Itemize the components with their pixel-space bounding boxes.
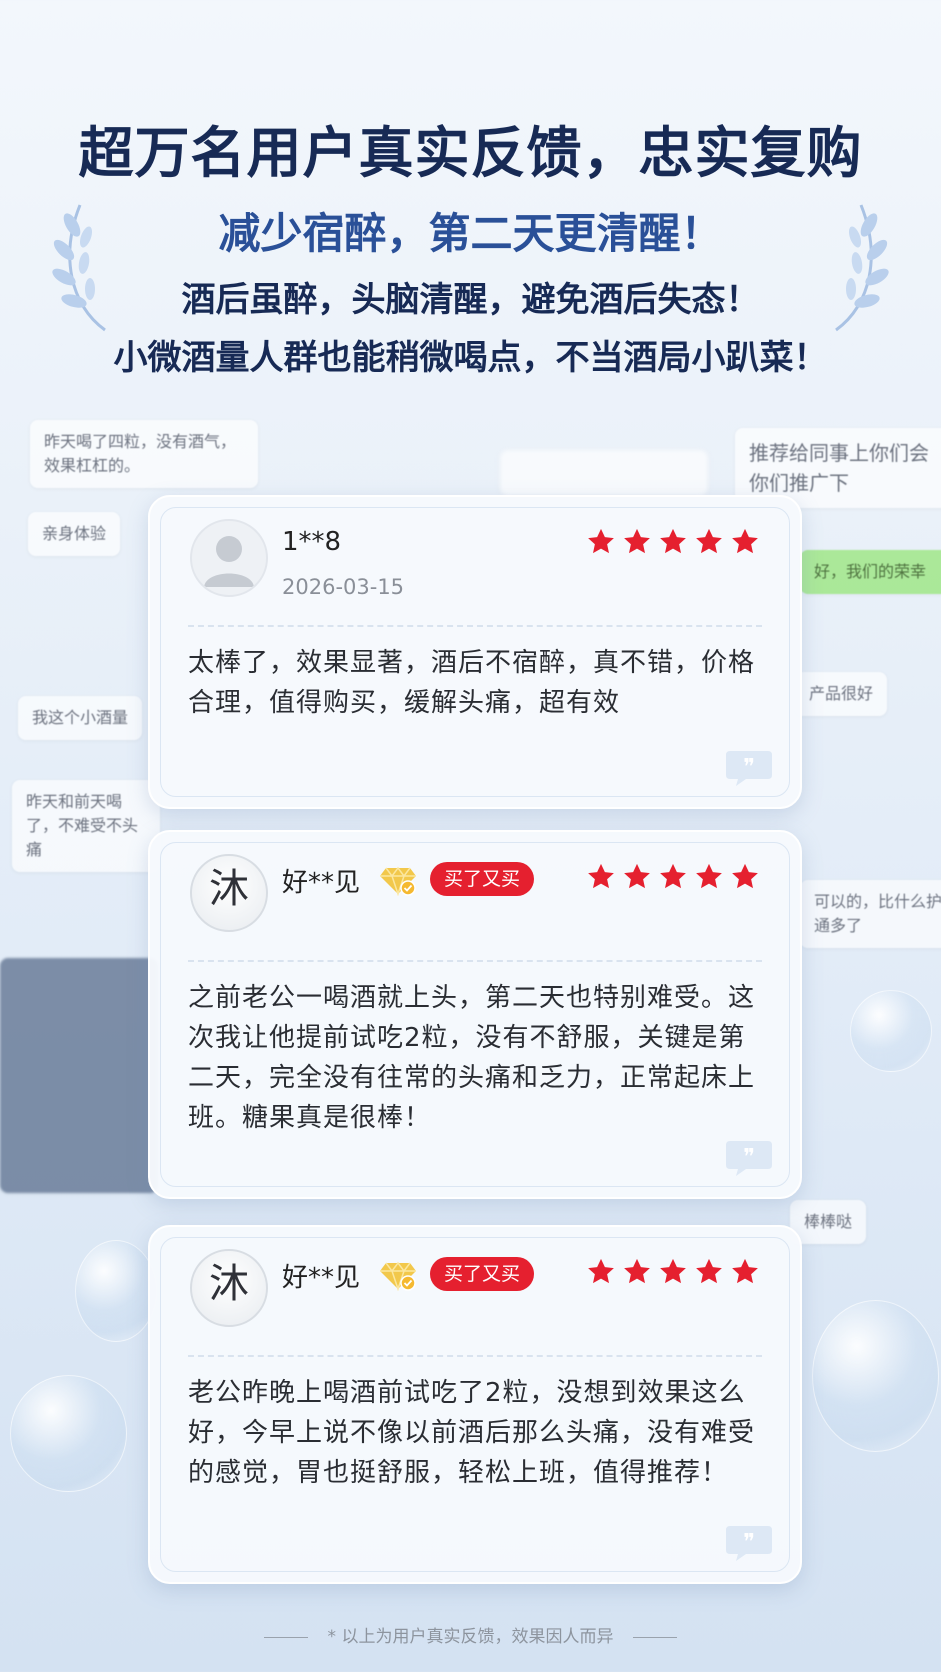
bg-chat-message: 亲身体验 bbox=[28, 512, 121, 556]
svg-text:❞: ❞ bbox=[743, 755, 755, 780]
rating-stars bbox=[586, 862, 760, 892]
bg-chat-message: 昨天喝了四粒，没有酒气，效果杠杠的。 bbox=[30, 420, 258, 488]
review-card: 沐 好**见 买了又买 老公昨晚上喝酒前试吃了2粒，没想到效果这么好，今早上说不… bbox=[148, 1225, 802, 1584]
review-text: 太棒了，效果显著，酒后不宿醉，真不错，价格合理，值得购买，缓解头痛，超有效 bbox=[188, 648, 756, 718]
bg-chat-message: 我这个小酒量 bbox=[18, 696, 143, 740]
rating-stars bbox=[586, 527, 760, 557]
page-title: 超万名用户真实反馈，忠实复购 bbox=[78, 120, 863, 185]
star-icon bbox=[660, 1258, 686, 1284]
star-icon bbox=[660, 528, 686, 554]
star-icon bbox=[624, 1258, 650, 1284]
disclaimer-text: * 以上为用户真实反馈，效果因人而异 bbox=[327, 1627, 614, 1647]
review-card: 1**8 2026-03-15 太棒了，效果显著，酒后不宿醉，真不错，价格合理，… bbox=[148, 495, 802, 809]
bg-chat-message: 好，我们的荣幸 bbox=[800, 550, 941, 594]
divider bbox=[633, 1636, 678, 1638]
bg-chat-message: 产品很好 bbox=[795, 672, 888, 716]
rating-stars bbox=[586, 1257, 760, 1287]
header: 超万名用户真实反馈，忠实复购 减少宿醉，第二天更清醒！ 酒后虽醉，头脑清醒，避免… bbox=[0, 0, 941, 390]
bg-chat-block bbox=[0, 958, 158, 1193]
divider bbox=[188, 960, 762, 962]
vip-diamond-icon bbox=[380, 866, 416, 896]
star-icon bbox=[624, 528, 650, 554]
star-icon bbox=[588, 863, 614, 889]
avatar: 沐 bbox=[190, 1249, 268, 1327]
star-icon bbox=[696, 528, 722, 554]
reviewer-name: 好**见 bbox=[282, 868, 361, 898]
star-icon bbox=[696, 1258, 722, 1284]
page-subtitle: 减少宿醉，第二天更清醒！ bbox=[218, 209, 723, 258]
star-icon bbox=[660, 863, 686, 889]
repurchase-badge: 买了又买 bbox=[430, 1257, 535, 1291]
svg-text:❞: ❞ bbox=[743, 1530, 755, 1555]
vip-diamond-icon bbox=[380, 1261, 416, 1291]
star-icon bbox=[732, 528, 758, 554]
divider bbox=[188, 625, 762, 627]
avatar bbox=[190, 519, 268, 597]
star-icon bbox=[588, 1258, 614, 1284]
water-bubble bbox=[10, 1375, 127, 1492]
star-icon bbox=[588, 528, 614, 554]
reviewer-name: 好**见 bbox=[282, 1263, 361, 1293]
bg-chat-message: 棒棒哒 bbox=[790, 1200, 867, 1244]
water-bubble bbox=[75, 1240, 157, 1342]
bg-chat-blur bbox=[500, 450, 708, 496]
quote-icon: ❞ bbox=[726, 1141, 772, 1176]
review-card: 沐 好**见 买了又买 之前老公一喝酒就上头，第二天也特别难受。这次我让他提前试… bbox=[148, 830, 802, 1199]
review-text: 之前老公一喝酒就上头，第二天也特别难受。这次我让他提前试吃2粒，没有不舒服，关键… bbox=[188, 983, 756, 1133]
tagline-2: 小微酒量人群也能稍微喝点，不当酒局小趴菜！ bbox=[113, 338, 828, 378]
star-icon bbox=[732, 1258, 758, 1284]
divider bbox=[263, 1636, 308, 1638]
water-bubble bbox=[850, 990, 932, 1072]
star-icon bbox=[624, 863, 650, 889]
footer-note: * 以上为用户真实反馈，效果因人而异 bbox=[0, 1622, 941, 1647]
quote-icon: ❞ bbox=[726, 1526, 772, 1561]
divider bbox=[188, 1355, 762, 1357]
tagline-1: 酒后虽醉，头脑清醒，避免酒后失态！ bbox=[181, 280, 760, 320]
user-icon bbox=[204, 536, 254, 587]
avatar: 沐 bbox=[190, 854, 268, 932]
bg-chat-message: 昨天和前天喝了，不难受不头痛 bbox=[12, 780, 160, 872]
review-date: 2026-03-15 bbox=[282, 575, 405, 599]
quote-icon: ❞ bbox=[726, 751, 772, 786]
reviewer-name: 1**8 bbox=[282, 527, 342, 557]
svg-text:❞: ❞ bbox=[743, 1145, 755, 1170]
star-icon bbox=[732, 863, 758, 889]
bg-chat-message: 可以的，比什么护通多了 bbox=[800, 880, 941, 948]
repurchase-badge: 买了又买 bbox=[430, 862, 535, 896]
review-text: 老公昨晚上喝酒前试吃了2粒，没想到效果这么好，今早上说不像以前酒后那么头痛，没有… bbox=[188, 1378, 756, 1488]
water-bubble bbox=[812, 1300, 939, 1452]
star-icon bbox=[696, 863, 722, 889]
